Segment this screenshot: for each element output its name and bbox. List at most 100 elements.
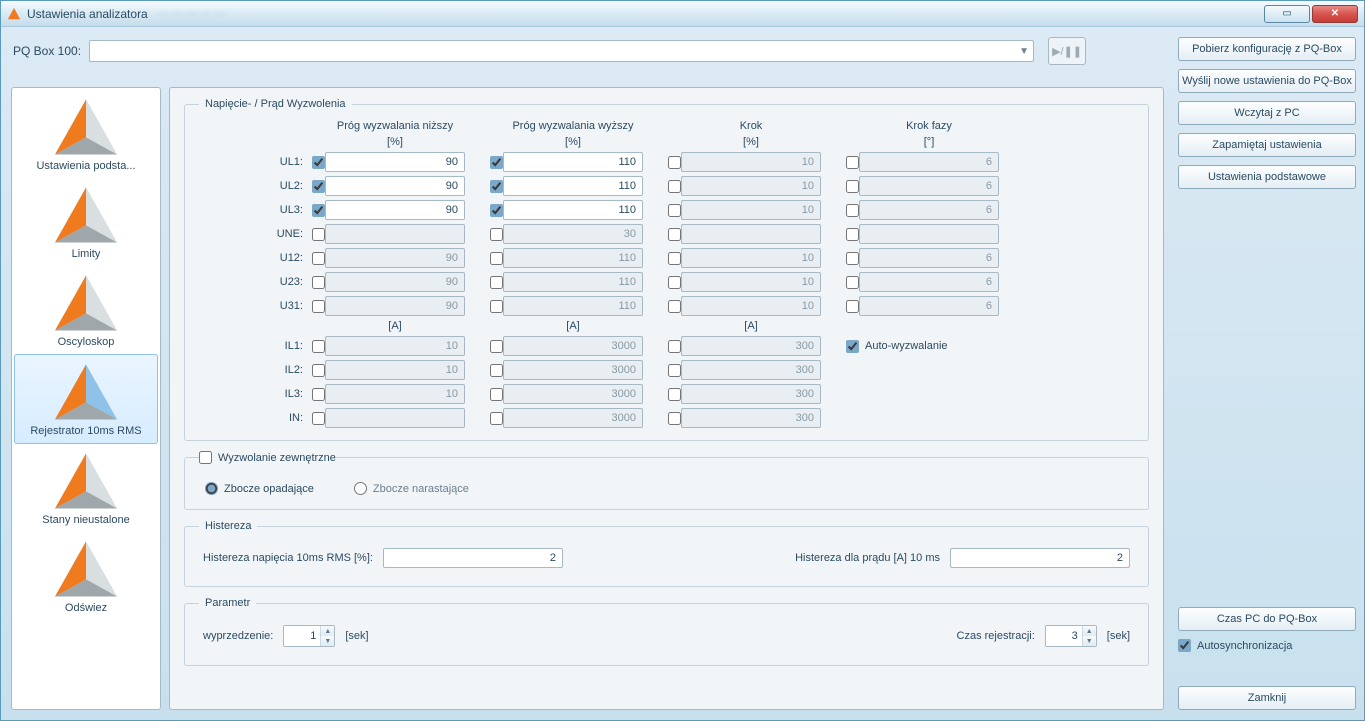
crow-1-high-input xyxy=(503,360,643,380)
hysteresis-fieldset: Histereza Histereza napięcia 10ms RMS [%… xyxy=(184,520,1149,587)
row-4-low-cb[interactable] xyxy=(312,252,325,265)
send-settings-button[interactable]: Wyślij nowe ustawienia do PQ-Box xyxy=(1178,69,1356,93)
col-phase-header: Krok fazy xyxy=(859,120,999,132)
row-1-phase-input xyxy=(859,176,999,196)
row-5-low-cb[interactable] xyxy=(312,276,325,289)
row-6-step-cb[interactable] xyxy=(668,300,681,313)
row-1-phase-cb[interactable] xyxy=(846,180,859,193)
col-low-header: Próg wyzwalania niższy xyxy=(325,120,465,132)
row-0-step-cb[interactable] xyxy=(668,156,681,169)
row-3-step-cb[interactable] xyxy=(668,228,681,241)
pc-time-button[interactable]: Czas PC do PQ-Box xyxy=(1178,607,1356,631)
sidebar-item-5[interactable]: Odświez xyxy=(14,532,158,620)
row-0-label: UL1: xyxy=(199,156,309,168)
crow-1-step-cb[interactable] xyxy=(668,364,681,377)
pre-spinner[interactable]: ▲▼ xyxy=(283,625,335,647)
sidebar-item-4[interactable]: Stany nieustalone xyxy=(14,444,158,532)
right-button-panel: Pobierz konfigurację z PQ-Box Wyślij now… xyxy=(1178,37,1356,189)
row-3-phase-cb[interactable] xyxy=(846,228,859,241)
crow-0-high-input xyxy=(503,336,643,356)
row-2-low-cb[interactable] xyxy=(312,204,325,217)
crow-2-step-input xyxy=(681,384,821,404)
row-4-high-cb[interactable] xyxy=(490,252,503,265)
row-4-step-cb[interactable] xyxy=(668,252,681,265)
crow-3-high-input xyxy=(503,408,643,428)
row-1-step-cb[interactable] xyxy=(668,180,681,193)
col-phase-unit: [°] xyxy=(859,136,999,148)
autosync-checkbox[interactable] xyxy=(1178,639,1191,652)
hyst-i-input[interactable] xyxy=(950,548,1130,568)
crow-0-low-cb[interactable] xyxy=(312,340,325,353)
row-6-low-cb[interactable] xyxy=(312,300,325,313)
row-0-high-input[interactable] xyxy=(503,152,643,172)
maximize-button[interactable] xyxy=(1264,5,1310,23)
sidebar-item-2[interactable]: Oscyloskop xyxy=(14,266,158,354)
crow-3-low-cb[interactable] xyxy=(312,412,325,425)
default-settings-button[interactable]: Ustawienia podstawowe xyxy=(1178,165,1356,189)
ext-trigger-checkbox[interactable] xyxy=(199,451,212,464)
row-6-phase-cb[interactable] xyxy=(846,300,859,313)
row-5-step-cb[interactable] xyxy=(668,276,681,289)
row-2-high-cb[interactable] xyxy=(490,204,503,217)
row-5-phase-cb[interactable] xyxy=(846,276,859,289)
row-1-high-cb[interactable] xyxy=(490,180,503,193)
crow-2-high-input xyxy=(503,384,643,404)
row-0-high-cb[interactable] xyxy=(490,156,503,169)
play-pause-button[interactable]: ▶/❚❚ xyxy=(1048,37,1086,65)
row-3-high-cb[interactable] xyxy=(490,228,503,241)
rec-spinner-input[interactable] xyxy=(1046,626,1082,646)
crow-2-high-cb[interactable] xyxy=(490,388,503,401)
crow-1-low-cb[interactable] xyxy=(312,364,325,377)
download-config-button[interactable]: Pobierz konfigurację z PQ-Box xyxy=(1178,37,1356,61)
row-1-low-input[interactable] xyxy=(325,176,465,196)
rec-spin-up[interactable]: ▲ xyxy=(1083,626,1096,636)
rec-spinner[interactable]: ▲▼ xyxy=(1045,625,1097,647)
crow-3-step-cb[interactable] xyxy=(668,412,681,425)
window-title: Ustawienia analizatora xyxy=(27,7,148,21)
crow-2-low-cb[interactable] xyxy=(312,388,325,401)
sidebar-item-3[interactable]: Rejestrator 10ms RMS xyxy=(14,354,158,444)
crow-1-high-cb[interactable] xyxy=(490,364,503,377)
row-1-low-cb[interactable] xyxy=(312,180,325,193)
close-app-button[interactable]: Zamknij xyxy=(1178,686,1356,710)
sidebar: Ustawienia podsta...LimityOscyloskopReje… xyxy=(11,87,161,710)
pre-spin-up[interactable]: ▲ xyxy=(321,626,334,636)
right-lower-panel: Czas PC do PQ-Box Autosynchronizacja Zam… xyxy=(1178,607,1356,710)
crow-1-label: IL2: xyxy=(199,364,309,376)
row-2-high-input[interactable] xyxy=(503,200,643,220)
load-pc-button[interactable]: Wczytaj z PC xyxy=(1178,101,1356,125)
crow-3-high-cb[interactable] xyxy=(490,412,503,425)
rec-spin-down[interactable]: ▼ xyxy=(1083,636,1096,646)
row-0-low-input[interactable] xyxy=(325,152,465,172)
edge-rising-radio[interactable] xyxy=(354,482,367,495)
pre-spinner-input[interactable] xyxy=(284,626,320,646)
row-3-low-cb[interactable] xyxy=(312,228,325,241)
row-4-phase-cb[interactable] xyxy=(846,252,859,265)
row-3-high-input xyxy=(503,224,643,244)
auto-trigger-checkbox[interactable] xyxy=(846,340,859,353)
crow-2-step-cb[interactable] xyxy=(668,388,681,401)
crow-0-step-cb[interactable] xyxy=(668,340,681,353)
row-2-phase-cb[interactable] xyxy=(846,204,859,217)
row-4-label: U12: xyxy=(199,252,309,264)
sidebar-item-1[interactable]: Limity xyxy=(14,178,158,266)
pqbox-combo[interactable]: ▼ xyxy=(89,40,1034,62)
row-2-low-input[interactable] xyxy=(325,200,465,220)
row-6-high-cb[interactable] xyxy=(490,300,503,313)
sidebar-item-0[interactable]: Ustawienia podsta... xyxy=(14,90,158,178)
save-settings-button[interactable]: Zapamiętaj ustawienia xyxy=(1178,133,1356,157)
col-high-amp: [A] xyxy=(503,320,643,332)
trigger-legend: Napięcie- / Prąd Wyzwolenia xyxy=(199,98,352,110)
pre-spin-down[interactable]: ▼ xyxy=(321,636,334,646)
row-0-low-cb[interactable] xyxy=(312,156,325,169)
row-1-high-input[interactable] xyxy=(503,176,643,196)
edge-falling-radio[interactable] xyxy=(205,482,218,495)
hyst-v-input[interactable] xyxy=(383,548,563,568)
titlebar: Ustawienia analizatora — — — — — xyxy=(1,1,1364,27)
pre-label: wyprzedzenie: xyxy=(203,630,273,642)
row-2-step-cb[interactable] xyxy=(668,204,681,217)
crow-0-high-cb[interactable] xyxy=(490,340,503,353)
close-button[interactable] xyxy=(1312,5,1358,23)
row-0-phase-cb[interactable] xyxy=(846,156,859,169)
row-5-high-cb[interactable] xyxy=(490,276,503,289)
